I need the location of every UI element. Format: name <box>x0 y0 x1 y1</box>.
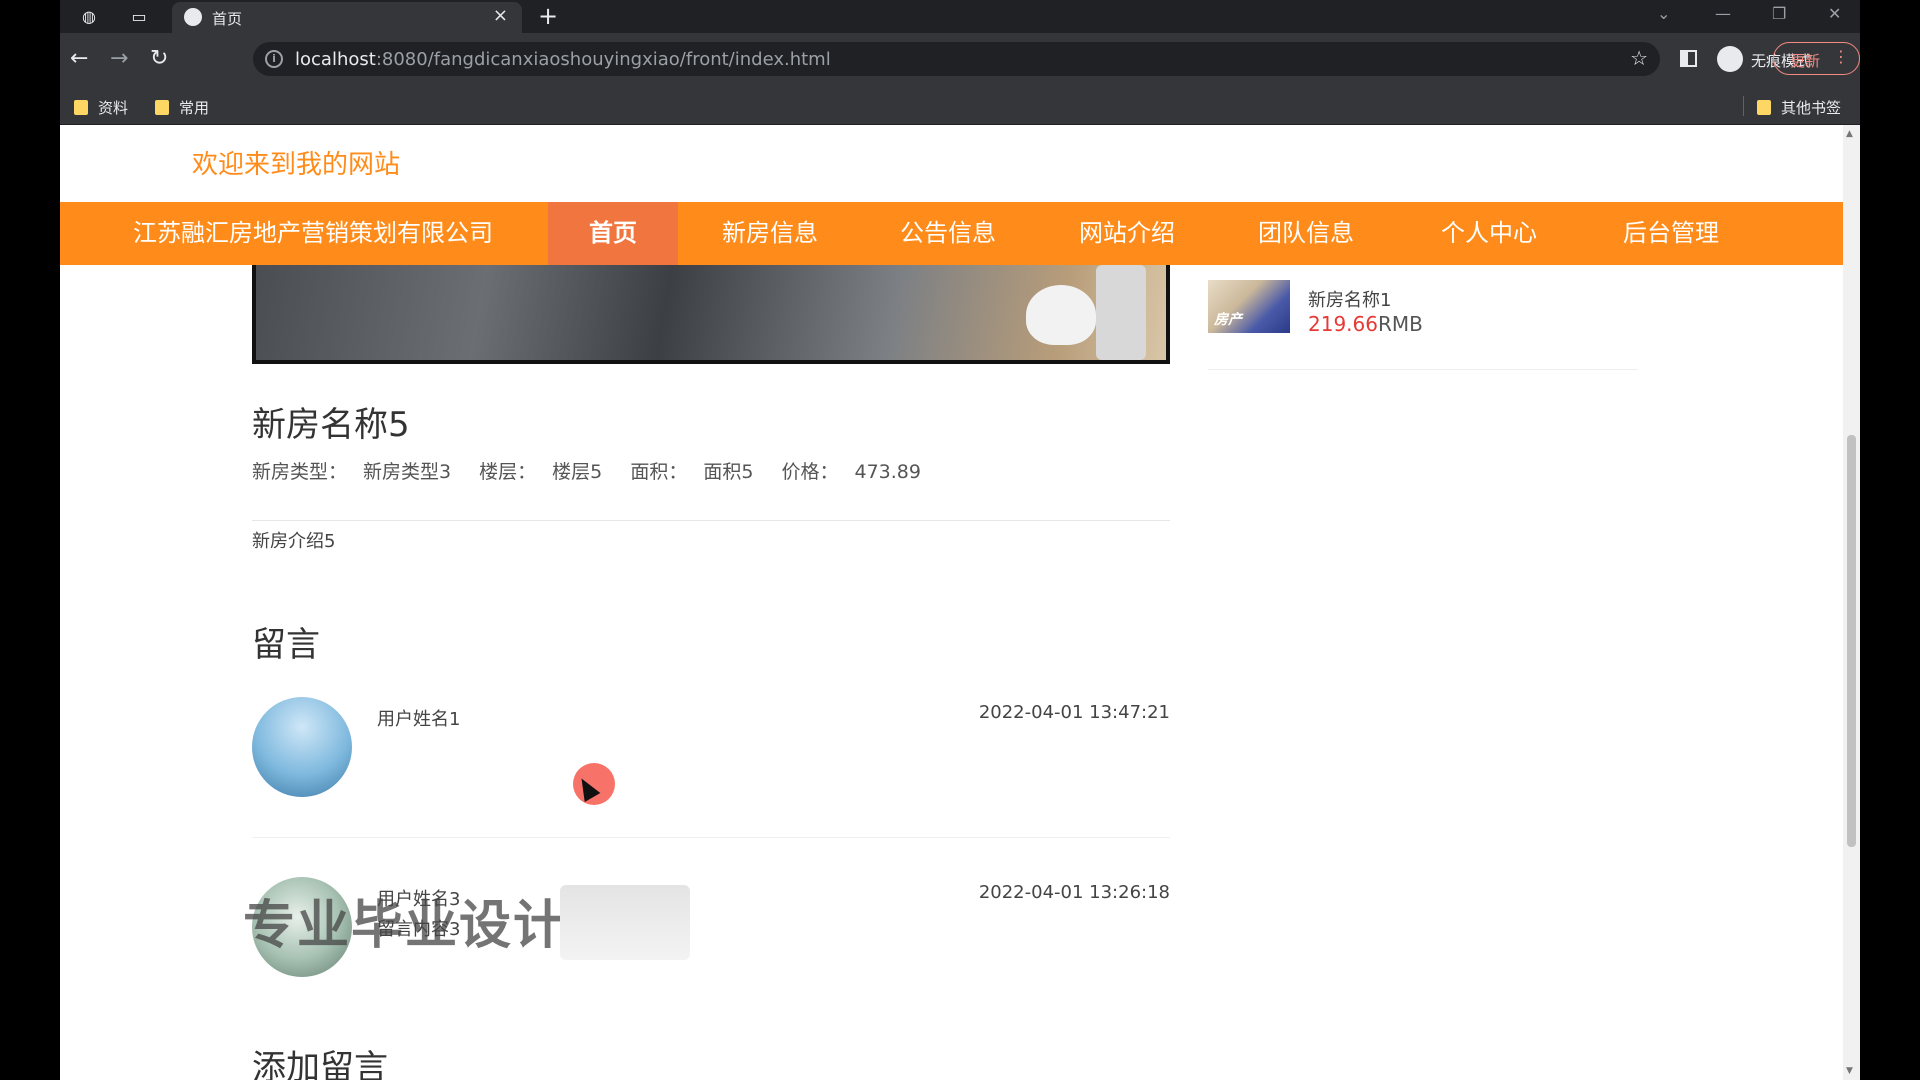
bookmark-star-icon[interactable]: ☆ <box>1630 46 1648 70</box>
site-info-icon[interactable]: i <box>265 50 283 68</box>
reload-icon[interactable]: ↻ <box>150 47 168 71</box>
folder-icon <box>1757 100 1771 115</box>
message-divider <box>252 837 1170 838</box>
incognito-icon <box>1717 46 1743 72</box>
floor-label: 楼层： <box>479 461 537 483</box>
area-label: 面积： <box>630 461 688 483</box>
nav-admin[interactable]: 后台管理 <box>1623 202 1719 265</box>
main-nav: 江苏融汇房地产营销策划有限公司 首页 新房信息 公告信息 网站介绍 团队信息 个… <box>60 202 1843 265</box>
sidebar-house-name: 新房名称1 <box>1308 290 1392 311</box>
sidebar-house-price: 219.66RMB <box>1308 312 1423 336</box>
back-icon[interactable]: ← <box>70 47 88 71</box>
browser-window: ◍ ▭ 首页 × + ⌄ — ❐ ✕ ← → ↻ i localhost:808… <box>60 0 1860 1080</box>
bookmarks-bar: 资料 常用 其他书签 <box>60 88 1860 125</box>
scrollbar-thumb[interactable] <box>1847 435 1856 847</box>
type-value: 新房类型3 <box>363 461 452 483</box>
tab-list-icon[interactable]: ⌄ <box>1657 4 1670 23</box>
minimize-icon[interactable]: — <box>1715 4 1731 23</box>
bookmark-label: 常用 <box>179 99 210 117</box>
forward-icon[interactable]: → <box>110 47 128 71</box>
side-panel-icon[interactable] <box>1680 50 1697 67</box>
tab-close-icon[interactable]: × <box>493 5 508 26</box>
globe-icon[interactable]: ◍ <box>78 6 100 28</box>
nav-announcements[interactable]: 公告信息 <box>900 202 996 265</box>
avatar <box>252 697 352 797</box>
floor-value: 楼层5 <box>552 461 603 483</box>
url-text[interactable]: localhost:8080/fangdicanxiaoshouyingxiao… <box>295 49 831 70</box>
message-time: 2022-04-01 13:47:21 <box>978 702 1170 723</box>
welcome-text: 欢迎来到我的网站 <box>192 150 401 180</box>
price-currency: RMB <box>1377 312 1423 336</box>
price-number: 219.66 <box>1308 312 1378 336</box>
tab-strip: ◍ ▭ 首页 × + ⌄ — ❐ ✕ <box>60 0 1860 33</box>
house-title: 新房名称5 <box>252 405 410 445</box>
price-value: 473.89 <box>854 461 921 483</box>
add-message-title: 添加留言 <box>252 1048 388 1080</box>
house-image <box>252 265 1170 364</box>
house-intro: 新房介绍5 <box>252 531 336 552</box>
update-button[interactable]: 更新 ⋮ <box>1773 42 1860 75</box>
decor-vase <box>1096 265 1146 360</box>
web-page: 欢迎来到我的网站 江苏融汇房地产营销策划有限公司 首页 新房信息 公告信息 网站… <box>60 125 1860 1080</box>
restore-icon[interactable]: ❐ <box>1772 4 1786 23</box>
house-thumbnail: 房产 <box>1208 280 1290 333</box>
bookmark-folder-ziliao[interactable]: 资料 <box>74 97 128 118</box>
nav-new-houses[interactable]: 新房信息 <box>722 202 818 265</box>
nav-about[interactable]: 网站介绍 <box>1079 202 1175 265</box>
decor-bowl <box>1026 285 1096 345</box>
message-user-name: 用户姓名1 <box>377 709 461 730</box>
bookmark-label: 其他书签 <box>1781 99 1842 117</box>
divider <box>252 520 1170 521</box>
sidebar-house-item[interactable]: 房产 新房名称1 219.66RMB <box>1208 280 1638 370</box>
bookmark-folder-changyong[interactable]: 常用 <box>155 97 209 118</box>
blurred-overlay <box>560 885 690 960</box>
message-time: 2022-04-01 13:26:18 <box>978 882 1170 903</box>
tab-title: 首页 <box>212 10 243 28</box>
area-value: 面积5 <box>703 461 754 483</box>
nav-personal-center[interactable]: 个人中心 <box>1441 202 1537 265</box>
other-bookmarks[interactable]: 其他书签 <box>1757 97 1841 118</box>
menu-dots-icon: ⋮ <box>1833 47 1849 66</box>
scroll-down-icon[interactable]: ▼ <box>1846 1066 1853 1076</box>
price-label: 价格： <box>781 461 839 483</box>
tab-home[interactable]: 首页 × <box>172 2 522 33</box>
address-bar[interactable]: i localhost:8080/fangdicanxiaoshouyingxi… <box>253 42 1660 76</box>
window-close-icon[interactable]: ✕ <box>1828 4 1841 23</box>
thumbnail-tag: 房产 <box>1214 312 1242 328</box>
bookmarks-divider <box>1743 96 1744 116</box>
new-tab-button[interactable]: + <box>538 2 558 30</box>
nav-team[interactable]: 团队信息 <box>1258 202 1354 265</box>
nav-home[interactable]: 首页 <box>548 202 678 265</box>
tab-favicon-icon <box>184 8 202 26</box>
watermark: 专业毕业设计 <box>243 896 568 956</box>
type-label: 新房类型： <box>252 461 348 483</box>
update-label: 更新 <box>1790 52 1821 70</box>
folder-icon <box>155 100 169 115</box>
url-host: localhost <box>295 49 376 70</box>
house-attributes: 新房类型： 新房类型3 楼层： 楼层5 面积： 面积5 价格： 473.89 <box>252 457 943 484</box>
tab-search-icon[interactable]: ▭ <box>128 6 150 28</box>
toolbar: ← → ↻ i localhost:8080/fangdicanxiaoshou… <box>60 33 1860 88</box>
scroll-up-icon[interactable]: ▲ <box>1846 129 1853 139</box>
messages-title: 留言 <box>252 625 320 665</box>
folder-icon <box>74 100 88 115</box>
scrollbar[interactable]: ▲ ▼ <box>1843 125 1860 1080</box>
url-path: :8080/fangdicanxiaoshouyingxiao/front/in… <box>375 49 831 70</box>
nav-brand[interactable]: 江苏融汇房地产营销策划有限公司 <box>133 202 493 265</box>
bookmark-label: 资料 <box>98 99 129 117</box>
